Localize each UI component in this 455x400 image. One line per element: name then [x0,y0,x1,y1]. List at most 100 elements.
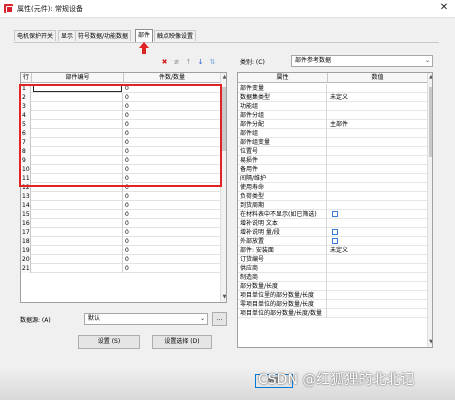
table-row[interactable]: 15 0 [21,210,220,219]
property-row[interactable]: 负荷类型 [238,192,427,201]
property-row[interactable]: 到货周期 [238,201,427,210]
tab-contact-image-settings[interactable]: 触点映像设置 [154,30,197,41]
datasource-select[interactable]: 默认 ⌄ [84,313,208,325]
property-row[interactable]: 数据集类型 未定义 [238,93,427,102]
property-value[interactable] [330,291,426,300]
property-row[interactable]: 项目单位的部分数量/长度/数量 [238,309,427,318]
table-row[interactable]: 14 0 [21,201,220,210]
quantity-cell[interactable]: 0 [124,219,220,228]
scrollbar-thumb[interactable] [429,87,432,157]
property-row[interactable]: 外部放置 [238,237,427,246]
property-value[interactable] [330,300,426,309]
table-row[interactable]: 16 0 [21,219,220,228]
scrollbar-thumb[interactable] [222,87,226,151]
property-value[interactable] [330,273,426,282]
property-row[interactable]: 部件变量 [238,84,427,93]
property-row[interactable]: 供应商 [238,264,427,273]
properties-grid-scrollbar[interactable]: ▲ ▼ [427,73,432,347]
close-icon[interactable]: ✕ [438,2,450,14]
quantity-cell[interactable]: 0 [124,210,220,219]
property-value[interactable] [330,165,426,174]
tab-symbol-function-data[interactable]: 符号数据/功能数据 [75,30,132,41]
part-number-cell[interactable] [32,264,123,273]
property-value[interactable] [330,219,426,228]
checkbox[interactable] [332,238,338,244]
property-value[interactable] [330,84,426,93]
property-value[interactable] [330,147,426,156]
property-value[interactable] [330,174,426,183]
property-row[interactable]: 订货编号 [238,255,427,264]
quantity-cell[interactable]: 0 [124,228,220,237]
property-value[interactable] [330,192,426,201]
quantity-cell[interactable]: 0 [124,246,220,255]
quantity-cell[interactable]: 0 [124,237,220,246]
property-row[interactable]: 使用寿命 [238,183,427,192]
quantity-cell[interactable]: 0 [124,192,220,201]
part-number-cell[interactable] [32,228,123,237]
property-value[interactable] [330,129,426,138]
column-header-property[interactable]: 属性 [238,73,328,83]
property-value[interactable] [330,111,426,120]
table-row[interactable]: 21 0 [21,264,220,273]
property-value[interactable] [330,201,426,210]
property-value[interactable] [330,282,426,291]
property-row[interactable]: 部件分组 [238,111,427,120]
property-row[interactable]: 位置号 [238,147,427,156]
table-row[interactable]: 17 0 [21,228,220,237]
property-value[interactable] [330,255,426,264]
table-row[interactable]: 19 0 [21,246,220,255]
property-row[interactable]: 易损件 [238,156,427,165]
property-value[interactable] [330,264,426,273]
part-number-cell[interactable] [32,192,123,201]
part-number-cell[interactable] [32,246,123,255]
property-row[interactable]: 部件: 安装面 未定义 [238,246,427,255]
move-down-icon[interactable]: ↓ [196,58,205,67]
property-row[interactable]: 零项目单位的部分数量/长度 [238,300,427,309]
datasource-more-button[interactable]: ... [212,312,227,326]
checkbox[interactable] [332,211,338,217]
property-value[interactable] [330,156,426,165]
part-number-cell[interactable] [32,210,123,219]
part-number-cell[interactable] [32,219,123,228]
property-row[interactable]: 在材料表中不显示(如已筛选) [238,210,427,219]
table-row[interactable]: 20 0 [21,255,220,264]
property-row[interactable]: 功能组 [238,102,427,111]
checkbox[interactable] [332,229,338,235]
property-row[interactable]: 备用件 [238,165,427,174]
part-number-cell[interactable] [32,255,123,264]
property-row[interactable]: 部件分配 主部件 [238,120,427,129]
property-row[interactable]: 增补说明 文本 [238,219,427,228]
tab-display[interactable]: 显示 [58,30,77,41]
tab-parts[interactable]: 部件 [135,29,154,42]
scroll-up-arrow-icon[interactable]: ▲ [428,74,432,81]
property-row[interactable]: 部件组 [238,129,427,138]
tab-motor-protection[interactable]: 电机保护开关 [14,30,57,41]
quantity-cell[interactable]: 0 [124,255,220,264]
quantity-cell[interactable]: 0 [124,264,220,273]
property-row[interactable]: 制造商 [238,273,427,282]
part-number-cell[interactable] [32,201,123,210]
scroll-down-arrow-icon[interactable]: ▼ [428,339,432,346]
settings-select-button[interactable]: 设置选择 (D) [152,335,212,349]
property-value[interactable] [330,309,426,318]
sort-icon[interactable]: ⇅ [208,58,217,67]
category-select[interactable]: 部件参考数据 ⌄ [291,55,433,67]
settings-button[interactable]: 设置 (S) [78,335,140,349]
column-header-quantity[interactable]: 件数/数量 [124,73,220,83]
quantity-cell[interactable]: 0 [124,201,220,210]
property-value[interactable] [330,102,426,111]
property-value[interactable]: 主部件 [330,120,426,129]
column-header-value[interactable]: 数值 [328,73,427,83]
table-row[interactable]: 18 0 [21,237,220,246]
property-row[interactable]: 增补说明 量/段 [238,228,427,237]
scroll-down-arrow-icon[interactable]: ▼ [221,294,226,301]
property-row[interactable]: 项目单位里的部分数量/长度 [238,291,427,300]
property-value[interactable]: 未定义 [330,93,426,102]
column-header-part-number[interactable]: 部件编号 [32,73,124,83]
part-number-cell[interactable] [32,237,123,246]
property-value[interactable] [330,183,426,192]
property-row[interactable]: 部件组变量 [238,138,427,147]
property-value[interactable] [330,138,426,147]
delete-icon[interactable]: ✖ [160,58,169,67]
table-row[interactable]: 13 0 [21,192,220,201]
